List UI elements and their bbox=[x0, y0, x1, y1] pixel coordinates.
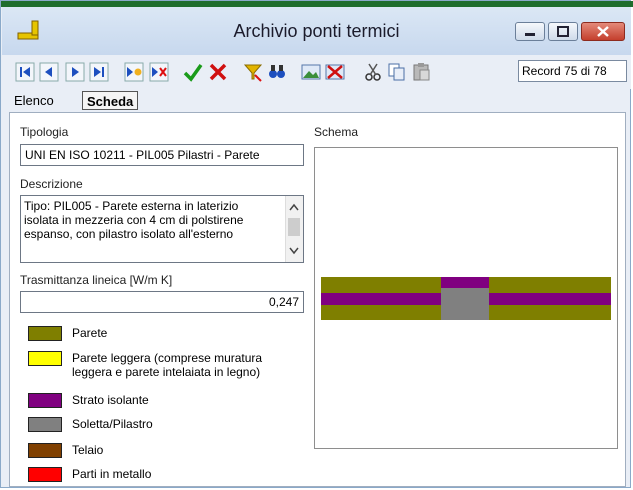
descrizione-label: Descrizione bbox=[20, 177, 83, 191]
tipologia-field[interactable]: UNI EN ISO 10211 - PIL005 Pilastri - Par… bbox=[20, 144, 304, 166]
descrizione-textarea[interactable]: Tipo: PIL005 - Parete esterna in lateriz… bbox=[20, 195, 304, 263]
previous-icon bbox=[39, 62, 59, 82]
image-button[interactable] bbox=[300, 61, 322, 83]
title-bar: Archivio ponti termici bbox=[2, 7, 631, 55]
legend-swatch bbox=[28, 326, 62, 341]
toolbar: Record 75 di 78 bbox=[2, 55, 631, 89]
descrizione-line: espanso, con pilastro isolato all'estern… bbox=[24, 227, 234, 241]
legend-label: Parete leggera (comprese muratura bbox=[72, 351, 263, 365]
next-icon bbox=[65, 62, 85, 82]
close-icon bbox=[597, 26, 609, 37]
checkmark-icon bbox=[183, 63, 203, 82]
paste-icon bbox=[413, 63, 430, 81]
maximize-icon bbox=[557, 26, 569, 37]
last-icon bbox=[89, 62, 109, 82]
delete-record-button[interactable] bbox=[148, 61, 170, 83]
descrizione-line: Tipo: PIL005 - Parete esterna in lateriz… bbox=[24, 199, 239, 213]
trasmittanza-label: Trasmittanza lineica [W/m K] bbox=[20, 273, 173, 287]
tab-bar: Elenco Scheda bbox=[2, 89, 631, 113]
filter-icon bbox=[243, 64, 263, 82]
legend-label: Telaio bbox=[72, 443, 104, 457]
legend-swatch bbox=[28, 443, 62, 458]
close-button[interactable] bbox=[581, 22, 625, 41]
descrizione-scrollbar[interactable] bbox=[285, 196, 303, 262]
trasmittanza-field[interactable]: 0,247 bbox=[20, 291, 304, 313]
schema-label: Schema bbox=[314, 125, 359, 139]
legend-swatch bbox=[28, 417, 62, 432]
legend-label: Parete bbox=[72, 326, 108, 340]
schema-diagram bbox=[314, 147, 618, 449]
minimize-icon bbox=[525, 33, 535, 36]
tab-elenco[interactable]: Elenco bbox=[10, 91, 58, 110]
legend-swatch bbox=[28, 467, 62, 482]
cancel-icon bbox=[209, 63, 227, 81]
legend-label: Strato isolante bbox=[72, 393, 149, 407]
next-record-button[interactable] bbox=[64, 61, 86, 83]
last-record-button[interactable] bbox=[88, 61, 110, 83]
legend-label: Parti in metallo bbox=[72, 467, 152, 481]
tab-scheda[interactable]: Scheda bbox=[82, 91, 139, 110]
filter-button[interactable] bbox=[242, 61, 264, 83]
cancel-button[interactable] bbox=[207, 61, 229, 83]
record-indicator: Record 75 di 78 bbox=[518, 60, 627, 82]
copy-button[interactable] bbox=[386, 61, 408, 83]
legend-label: Soletta/Pilastro bbox=[72, 417, 153, 431]
copy-icon bbox=[388, 63, 405, 81]
confirm-button[interactable] bbox=[182, 61, 204, 83]
legend-label-block: Parete leggera (comprese muratura legger… bbox=[72, 351, 262, 379]
scheda-panel: Tipologia UNI EN ISO 10211 - PIL005 Pila… bbox=[9, 112, 626, 487]
insert-icon bbox=[124, 62, 144, 82]
first-icon bbox=[15, 62, 35, 82]
descrizione-line: isolata in mezzeria con 4 cm di polstire… bbox=[24, 213, 244, 227]
remove-image-button[interactable] bbox=[324, 61, 346, 83]
insert-record-button[interactable] bbox=[123, 61, 145, 83]
tipologia-label: Tipologia bbox=[20, 125, 69, 139]
delete-icon bbox=[149, 62, 169, 82]
scissors-icon bbox=[365, 63, 381, 81]
remove-image-icon bbox=[325, 64, 345, 80]
legend-swatch bbox=[28, 351, 62, 366]
previous-record-button[interactable] bbox=[38, 61, 60, 83]
minimize-button[interactable] bbox=[515, 22, 545, 41]
maximize-button[interactable] bbox=[548, 22, 578, 41]
legend-swatch bbox=[28, 393, 62, 408]
scroll-arrows-icon bbox=[288, 203, 300, 255]
image-icon bbox=[301, 64, 321, 80]
cut-button[interactable] bbox=[362, 61, 384, 83]
paste-button[interactable] bbox=[410, 61, 432, 83]
search-button[interactable] bbox=[266, 61, 288, 83]
legend-label: leggera e parete intelaiata in legno) bbox=[72, 365, 261, 379]
archivio-window: Archivio ponti termici Record 75 di 78 E… bbox=[0, 0, 633, 488]
binoculars-icon bbox=[269, 65, 285, 78]
first-record-button[interactable] bbox=[14, 61, 36, 83]
pillar bbox=[441, 288, 489, 320]
pillar-insulation bbox=[441, 277, 489, 288]
